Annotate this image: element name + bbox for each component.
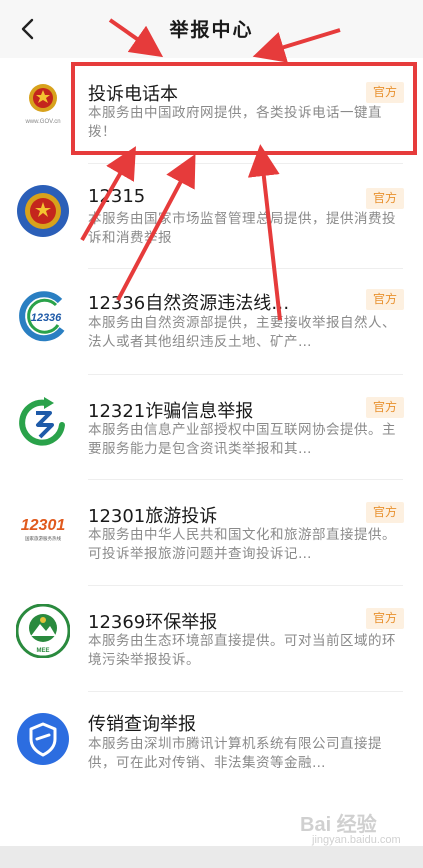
tourism-hotline-logo-icon: 12301 国家旅游服务热线 (21, 517, 66, 542)
list-item-12301[interactable]: 12301 国家旅游服务热线 12301旅游投诉 本服务由中华人民共和国文化和旅… (0, 480, 423, 585)
list-item-12315[interactable]: 12315 本服务由国家市场监督管理总局提供，提供消费投诉和消费举报 官方 (0, 164, 423, 269)
fraud-report-logo-icon (19, 397, 65, 446)
item-description: 本服务由自然资源部提供，主要接收举报自然人、法人或者其他组织违反土地、矿产… (88, 315, 396, 350)
item-description: 本服务由中华人民共和国文化和旅游部直接提供。可投诉举报旅游问题并查询投诉记… (88, 527, 396, 562)
natural-resources-logo-icon: 12336 (19, 291, 65, 342)
item-title: 12336自然资源违法线… (88, 293, 290, 314)
item-description: 本服务由信息产业部授权中国互联网协会提供。主要服务能力是包含资讯类举报和其… (88, 422, 396, 457)
highlight-box (71, 62, 417, 155)
official-badge: 官方 (366, 502, 404, 523)
logo-12336-text: 12336 (31, 312, 62, 324)
official-badge: 官方 (366, 188, 404, 209)
item-title: 12369环保举报 (88, 612, 218, 633)
logo-12301-text: 12301 (21, 517, 66, 534)
watermark-url: jingyan.baidu.com (312, 834, 401, 846)
item-title: 传销查询举报 (88, 714, 196, 735)
page-title: 举报中心 (169, 19, 254, 41)
list-item-12321[interactable]: 12321诈骗信息举报 本服务由信息产业部授权中国互联网协会提供。主要服务能力是… (0, 375, 423, 480)
market-regulation-emblem-icon (17, 185, 69, 237)
bottom-bar (0, 846, 423, 868)
list-item-pyramid-scheme-report[interactable]: 传销查询举报 本服务由深圳市腾讯计算机系统有限公司直接提供，可在此对传销、非法集… (0, 692, 423, 797)
shield-icon (17, 713, 69, 765)
environment-ministry-logo-icon: MEE (16, 604, 70, 658)
report-list: www.GOV.cn 投诉电话本 本服务由中国政府网提供，各类投诉电话一键直拨！… (0, 58, 423, 846)
item-description: 本服务由国家市场监督管理总局提供，提供消费投诉和消费举报 (88, 211, 396, 246)
item-description: 本服务由生态环境部直接提供。可对当前区域的环境污染举报投诉。 (88, 633, 396, 668)
official-badge: 官方 (366, 397, 404, 418)
header: 举报中心 (0, 0, 423, 58)
list-item-12369[interactable]: MEE 12369环保举报 本服务由生态环境部直接提供。可对当前区域的环境污染举… (0, 586, 423, 691)
logo-mee-text: MEE (36, 648, 49, 654)
item-title: 12315 (88, 186, 146, 207)
official-badge: 官方 (366, 608, 404, 629)
list-item-12336[interactable]: 12336 12336自然资源违法线… 本服务由自然资源部提供，主要接收举报自然… (0, 269, 423, 374)
item-title: 12321诈骗信息举报 (88, 401, 254, 422)
item-description: 本服务由深圳市腾讯计算机系统有限公司直接提供，可在此对传销、非法集资等金融… (88, 736, 382, 771)
item-title: 12301旅游投诉 (88, 506, 218, 527)
logo-12301-sub-text: 国家旅游服务热线 (25, 535, 61, 542)
official-badge: 官方 (366, 289, 404, 310)
watermark: Bai 经验 (300, 814, 377, 836)
national-emblem-icon: www.GOV.cn (24, 84, 61, 125)
logo-gov-text: www.GOV.cn (24, 119, 60, 125)
